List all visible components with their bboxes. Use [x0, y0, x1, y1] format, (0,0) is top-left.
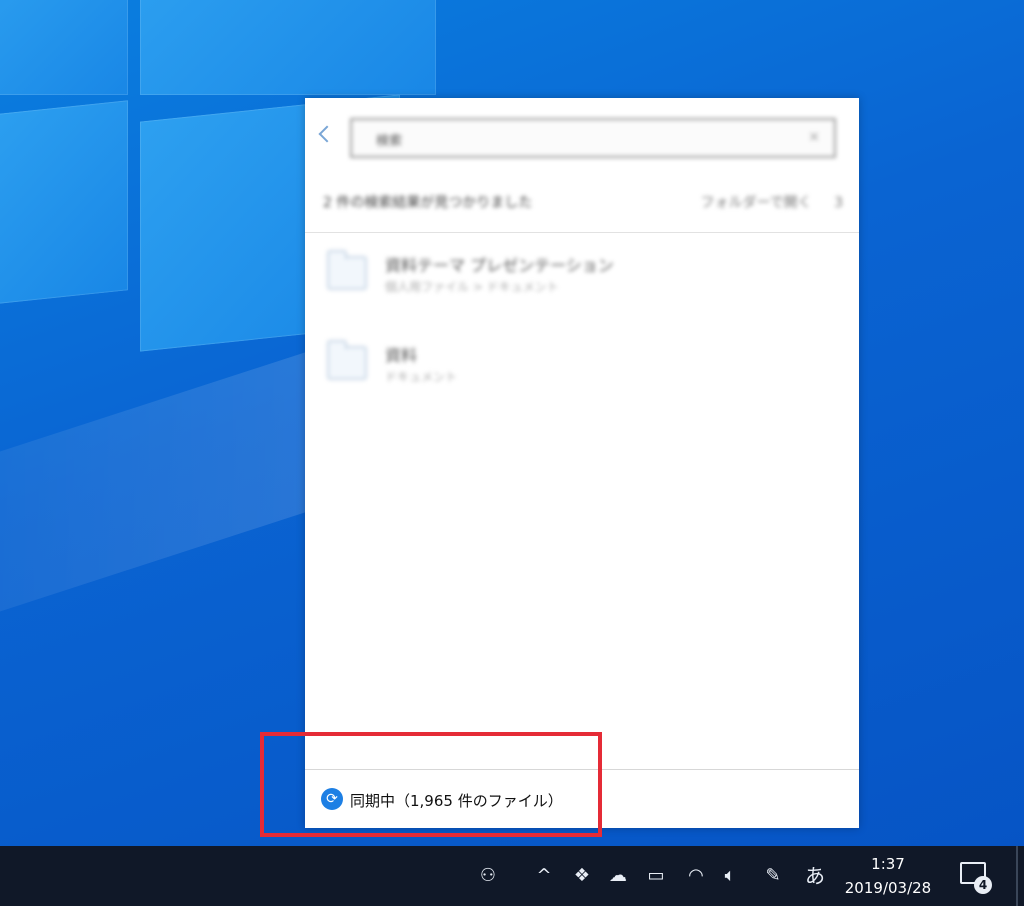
clock-time: 1:37 [871, 855, 905, 873]
item-subtitle: ドキュメント [385, 370, 458, 384]
people-icon[interactable]: ⚇ [474, 864, 502, 888]
onedrive-icon[interactable]: ☁ [604, 864, 632, 888]
pen-icon[interactable]: ✎ [760, 864, 786, 888]
volume-icon[interactable]: 🔈︎ [716, 864, 744, 888]
open-in-folder-label: フォルダーで開く [700, 195, 812, 211]
wallpaper-pane [0, 0, 128, 95]
action-center-button[interactable]: 4 [958, 860, 992, 894]
wifi-icon[interactable]: ◠ [682, 864, 710, 888]
show-desktop-button[interactable] [1016, 846, 1018, 906]
clock[interactable]: 1:37 2019/03/28 [836, 852, 940, 900]
search-input[interactable]: 検索 × [350, 118, 836, 158]
show-hidden-icons-chevron-icon[interactable]: ^ [532, 864, 556, 888]
onedrive-panel: 検索 × 2 件の検索結果が見つかりました フォルダーで開く 3 資料テーマ プ… [305, 98, 859, 828]
sync-icon: ⟳ [321, 788, 343, 810]
taskbar: ⚇ ^ ❖ ☁ ▭ ◠ 🔈︎ ✎ あ 1:37 2019/03/28 4 [0, 846, 1024, 906]
wallpaper-pane [0, 100, 128, 306]
notification-count-badge: 4 [974, 876, 992, 894]
item-subtitle: 個人用ファイル > ドキュメント [385, 280, 559, 294]
list-item[interactable]: 資料 ドキュメント [327, 340, 827, 400]
list-item[interactable]: 資料テーマ プレゼンテーション 個人用ファイル > ドキュメント [327, 250, 827, 310]
battery-icon[interactable]: ▭ [642, 864, 670, 888]
wallpaper-pane [140, 0, 436, 95]
divider [305, 232, 859, 233]
sync-status-text: 同期中（1,965 件のファイル） [350, 792, 563, 810]
open-in-folder-link[interactable]: フォルダーで開く 3 [700, 192, 843, 212]
clock-date: 2019/03/28 [844, 879, 932, 897]
search-text: 検索 [376, 134, 403, 149]
folder-icon [327, 340, 367, 380]
folder-icon [327, 250, 367, 290]
dropbox-icon[interactable]: ❖ [570, 864, 594, 888]
result-summary: 2 件の検索結果が見つかりました [323, 195, 533, 211]
sync-status-bar[interactable]: ⟳ 同期中（1,965 件のファイル） [305, 769, 859, 828]
ime-indicator[interactable]: あ [800, 864, 830, 888]
item-name: 資料テーマ プレゼンテーション [385, 256, 614, 275]
back-icon[interactable] [318, 125, 336, 143]
item-name: 資料 [385, 346, 418, 365]
result-count: 3 [834, 195, 843, 211]
clear-search-icon[interactable]: × [808, 129, 820, 145]
